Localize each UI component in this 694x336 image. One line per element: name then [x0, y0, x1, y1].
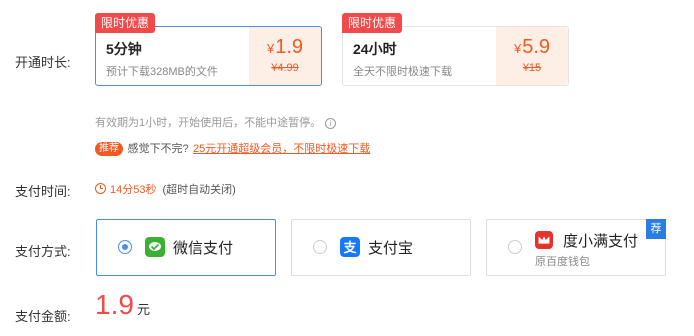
- pay-option-name: 微信支付: [173, 240, 234, 257]
- limited-offer-badge: 限时优惠: [342, 13, 403, 33]
- plan-original-price: ¥15: [522, 62, 542, 74]
- countdown: 14分53秒 (超时自动关闭): [95, 180, 236, 198]
- duration-label: 开通时长:: [15, 55, 71, 70]
- countdown-value: 14分53秒: [110, 184, 157, 196]
- svg-text:支: 支: [342, 240, 357, 256]
- promo-row: 推荐 感觉下不完? 25元开通超级会员，不限时极速下载: [95, 139, 370, 157]
- amount: 1.9 元: [95, 289, 150, 321]
- currency-symbol: ¥: [513, 41, 522, 56]
- plan-price-box: ¥5.9 ¥15: [496, 27, 568, 85]
- recommend-badge: 推荐: [95, 142, 123, 156]
- pay-option-subtext: 原百度钱包: [535, 256, 590, 268]
- currency-symbol: ¥: [266, 41, 275, 56]
- amount-unit: 元: [136, 302, 150, 317]
- radio-button[interactable]: [118, 240, 132, 254]
- plan-card-24h[interactable]: 限时优惠 24小时 全天不限时极速下载 ¥5.9 ¥15: [342, 13, 569, 86]
- plan-name: 5分钟: [106, 41, 142, 57]
- plan-price-box: ¥1.9 ¥4.99: [249, 27, 321, 85]
- alipay-icon: 支: [340, 237, 360, 257]
- validity-note: 有效期为1小时，开始使用后，不能中途暂停。 i: [95, 114, 337, 130]
- limited-offer-badge: 限时优惠: [95, 13, 156, 33]
- pay-option-name: 支付宝: [368, 240, 414, 257]
- amount-value: 1.9: [95, 289, 134, 320]
- radio-button[interactable]: [313, 240, 327, 254]
- plan-original-price: ¥4.99: [271, 62, 299, 74]
- pay-option-wechat[interactable]: 微信支付: [96, 219, 276, 276]
- clock-icon: [95, 183, 106, 194]
- timeout-note: (超时自动关闭): [162, 184, 236, 196]
- plan-name: 24小时: [353, 41, 397, 57]
- promo-text: 感觉下不完?: [127, 143, 189, 155]
- pay-method-label: 支付方式:: [15, 244, 71, 259]
- plan-description: 预计下载328MB的文件: [106, 66, 218, 78]
- wechat-pay-icon: [145, 237, 165, 257]
- pay-option-name: 度小满支付: [563, 233, 639, 250]
- validity-note-text: 有效期为1小时，开始使用后，不能中途暂停。: [95, 117, 322, 129]
- info-icon[interactable]: i: [325, 118, 337, 129]
- plan-description: 全天不限时极速下载: [353, 66, 452, 78]
- radio-button[interactable]: [508, 240, 522, 254]
- pay-option-alipay[interactable]: 支 支付宝: [291, 219, 471, 276]
- plan-price: ¥1.9: [249, 36, 321, 59]
- plan-price-value: 1.9: [275, 36, 304, 58]
- amount-label: 支付金额:: [15, 309, 71, 324]
- duxiaoman-icon: [535, 231, 553, 249]
- recommend-badge: 荐: [646, 219, 666, 239]
- plan-card-5min[interactable]: 限时优惠 5分钟 预计下载328MB的文件 ¥1.9 ¥4.99: [95, 13, 322, 86]
- plan-price: ¥5.9: [496, 36, 568, 59]
- plan-price-value: 5.9: [522, 36, 551, 58]
- pay-option-duxiaoman[interactable]: 度小满支付 原百度钱包 荐: [486, 219, 666, 276]
- super-member-link[interactable]: 25元开通超级会员，不限时极速下载: [193, 143, 370, 155]
- pay-time-label: 支付时间:: [15, 184, 71, 199]
